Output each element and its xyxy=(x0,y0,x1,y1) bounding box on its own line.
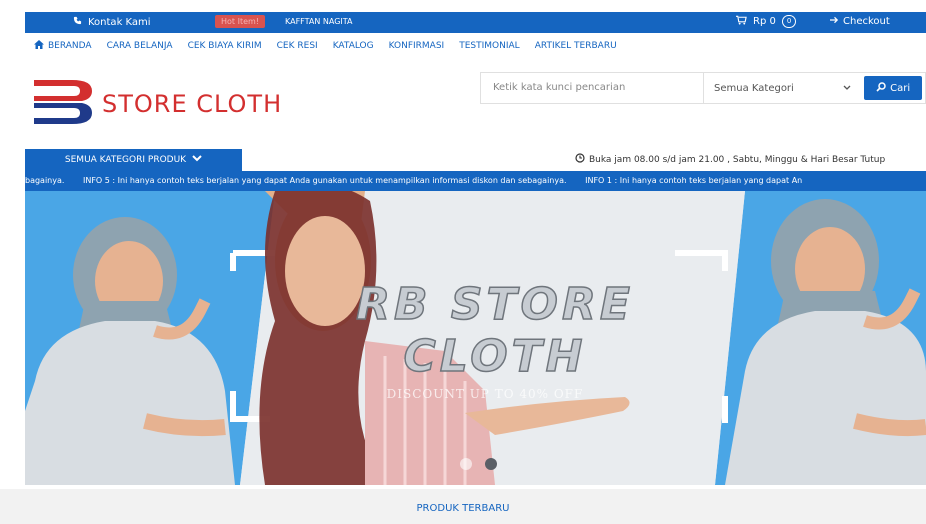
cart-count-badge: 0 xyxy=(781,15,797,28)
hot-item-badge: Hot Item! xyxy=(215,15,266,28)
home-icon xyxy=(34,40,44,52)
cart-total: Rp 0 xyxy=(753,16,776,27)
category-select[interactable]: Semua Kategori xyxy=(704,73,861,103)
checkout-link[interactable]: Checkout xyxy=(830,16,890,27)
main-nav: BERANDA CARA BELANJA CEK BIAYA KIRIM CEK… xyxy=(25,36,926,56)
hero-title-line: RB STORE xyxy=(355,278,634,331)
logo-text: STORE CLOTH xyxy=(102,90,283,118)
slider-dot[interactable] xyxy=(460,458,472,470)
hero-slider[interactable]: RB STORE CLOTH DISCOUNT UP TO 40% OFF xyxy=(25,191,926,485)
chevron-down-icon xyxy=(192,155,202,165)
slider-dot-active[interactable] xyxy=(485,458,497,470)
site-logo[interactable]: STORE CLOTH xyxy=(34,80,282,128)
clock-icon xyxy=(575,153,585,166)
hot-item-link[interactable]: KAFFTAN NAGITA xyxy=(285,17,353,26)
logo-mark-icon xyxy=(34,80,94,128)
marquee-item: INFO 1 : Ini hanya contoh teks berjalan … xyxy=(585,176,803,185)
checkout-label: Checkout xyxy=(843,16,890,27)
nav-item-cara-belanja[interactable]: CARA BELANJA xyxy=(107,41,173,51)
nav-label: BERANDA xyxy=(48,41,92,51)
nav-item-artikel-terbaru[interactable]: ARTIKEL TERBARU xyxy=(535,41,617,51)
chevron-down-icon xyxy=(843,83,851,94)
all-categories-button[interactable]: SEMUA KATEGORI PRODUK xyxy=(25,149,242,171)
marquee-item: bagainya. xyxy=(25,176,65,185)
marquee-item: INFO 5 : Ini hanya contoh teks berjalan … xyxy=(82,176,567,185)
nav-item-beranda[interactable]: BERANDA xyxy=(34,40,92,52)
arrow-right-icon xyxy=(830,16,839,27)
cart-icon xyxy=(736,15,747,28)
hero-title-line: CLOTH xyxy=(403,330,587,383)
search-button-label: Cari xyxy=(890,82,911,94)
search-button[interactable]: Cari xyxy=(864,76,922,100)
search-input[interactable]: Ketik kata kunci pencarian xyxy=(481,73,704,103)
opening-hours: Buka jam 08.00 s/d jam 21.00 , Sabtu, Mi… xyxy=(575,153,885,166)
all-categories-label: SEMUA KATEGORI PRODUK xyxy=(64,155,187,165)
search-bar: Ketik kata kunci pencarian Semua Kategor… xyxy=(480,72,926,104)
contact-link[interactable]: Kontak Kami xyxy=(73,16,151,28)
category-selected: Semua Kategori xyxy=(714,82,794,94)
latest-products-section: PRODUK TERBARU xyxy=(0,489,926,524)
search-icon xyxy=(876,81,886,95)
top-bar: Kontak Kami Hot Item! KAFFTAN NAGITA Rp … xyxy=(25,12,926,33)
nav-item-testimonial[interactable]: TESTIMONIAL xyxy=(459,41,519,51)
phone-icon xyxy=(73,16,82,28)
cart-button[interactable]: Rp 0 0 xyxy=(736,15,797,28)
nav-item-konfirmasi[interactable]: KONFIRMASI xyxy=(389,41,445,51)
opening-hours-text: Buka jam 08.00 s/d jam 21.00 , Sabtu, Mi… xyxy=(589,154,886,165)
hero-title: RB STORE CLOTH xyxy=(335,278,655,383)
nav-item-cek-biaya-kirim[interactable]: CEK BIAYA KIRIM xyxy=(188,41,262,51)
section-title: PRODUK TERBARU xyxy=(416,503,510,514)
info-marquee: bagainya. INFO 5 : Ini hanya contoh teks… xyxy=(25,171,926,191)
contact-label: Kontak Kami xyxy=(88,16,151,28)
nav-item-katalog[interactable]: KATALOG xyxy=(333,41,374,51)
nav-item-cek-resi[interactable]: CEK RESI xyxy=(277,41,318,51)
hero-subtitle: DISCOUNT UP TO 40% OFF xyxy=(386,387,584,401)
